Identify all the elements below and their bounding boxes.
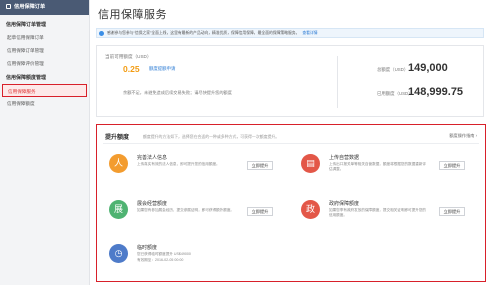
card-temporary-quota: ◷ 临时额度 您已获得临时额度提升 US$49000 有效期至：2016-02-… xyxy=(105,241,285,277)
sidebar-item-draft-order[interactable]: 起草信用保障订单 xyxy=(0,31,89,44)
sidebar-header-label: 信用保障订单 xyxy=(14,4,46,10)
boost-now-button[interactable]: 立即提升 xyxy=(439,207,465,216)
boost-description: 额度提升的方法如下，选择您在合适的一种或多种方式，可获得一次额度提升。 xyxy=(143,133,280,139)
card-exhibition-quota: 展 展会经营额度 如果您有参加展会经历，提交参展证明，即可获得额外额度。 立即提… xyxy=(105,197,285,233)
sidebar-item-guarantee-quota[interactable]: 信用保障额度 xyxy=(0,97,89,110)
card-description: 如果您有参加展会经历，提交参展证明，即可获得额外额度。 xyxy=(137,208,235,212)
menu-icon xyxy=(6,4,11,9)
main-content: 信用保障服务 感谢参与您参与“信保之家”全面上线，这里有最新的产品动向，精准优质… xyxy=(90,0,492,285)
document-icon: ▤ xyxy=(301,154,320,173)
available-quota-label: 当前可用额度（USD） xyxy=(105,54,152,59)
sidebar-item-order-management[interactable]: 信用保障订单管理 xyxy=(0,44,89,57)
government-icon: 政 xyxy=(301,200,320,219)
page-title: 信用保障服务 xyxy=(98,9,167,21)
quota-guide-link[interactable]: 额度操作指南 › xyxy=(449,133,477,139)
notice-text: 感谢参与您参与“信保之家”全面上线，这里有最新的产品动向，精准优质，保障信用保障… xyxy=(107,31,300,35)
sidebar-item-review-management[interactable]: 信用保障评价管理 xyxy=(0,57,89,70)
card-title: 上传自营数据 xyxy=(329,155,360,161)
notice-bar: 感谢参与您参与“信保之家”全面上线，这里有最新的产品动向，精准优质，保障信用保障… xyxy=(96,28,484,38)
card-description: 您已获得临时额度提升 US$49000 xyxy=(137,252,191,256)
total-quota-label: 总额度（USD） xyxy=(377,67,409,72)
sidebar-section-title: 信用保障额度管理 xyxy=(6,75,47,81)
card-title: 完善法人信息 xyxy=(137,155,168,161)
card-expiry: 有效期至：2016-02-05 00:00 xyxy=(137,258,184,262)
card-title: 政府保障额度 xyxy=(329,201,360,207)
card-title: 展会经营额度 xyxy=(137,201,168,207)
card-upload-own-data: ▤ 上传自营数据 上传出口报关单等相关自营数据，额度将根据您的数据重新评估调整。… xyxy=(297,151,477,187)
notice-link[interactable]: 查看详情 xyxy=(302,31,317,35)
used-quota-value: 148,999.75 xyxy=(408,86,464,98)
boost-now-button[interactable]: 立即提升 xyxy=(247,161,273,170)
card-title: 临时额度 xyxy=(137,245,158,251)
total-quota-value: 149,000 xyxy=(408,62,448,74)
boost-now-button[interactable]: 立即提升 xyxy=(247,207,273,216)
boost-quota-panel: 提升额度 额度提升的方法如下，选择您在合适的一种或多种方式，可获得一次额度提升。… xyxy=(96,124,486,282)
sidebar-item-guarantee-service[interactable]: 信用保障服务 xyxy=(2,84,87,97)
quota-warning: 余额不足，未避免造成后续交易失败；请尽快提升您的额度 xyxy=(123,90,232,95)
divider xyxy=(337,56,338,108)
sidebar: 信用保障订单 信用保障订单管理 起草信用保障订单 信用保障订单管理 信用保障评价… xyxy=(0,0,90,285)
card-description: 上传出口报关单等相关自营数据，额度将根据您的数据重新评估调整。 xyxy=(329,162,427,171)
info-icon xyxy=(99,30,104,36)
card-description: 如果您享有政府发放的保障额度，提交相关证明即可提升您的信用额度。 xyxy=(329,208,427,217)
card-legal-person-info: 人 完善法人信息 上传真实有效的法人信息，即可提升您的信用额度。 立即提升 xyxy=(105,151,285,187)
available-quota-value: 0.25 xyxy=(123,64,140,74)
boost-title: 提升额度 xyxy=(105,135,130,141)
clock-icon: ◷ xyxy=(109,244,128,263)
sidebar-section-title: 信用保障订单管理 xyxy=(6,22,47,28)
card-description: 上传真实有效的法人信息，即可提升您的信用额度。 xyxy=(137,162,220,166)
sidebar-header[interactable]: 信用保障订单 xyxy=(0,0,89,15)
card-government-quota: 政 政府保障额度 如果您享有政府发放的保障额度，提交相关证明即可提升您的信用额度… xyxy=(297,197,477,233)
quota-summary: 当前可用额度（USD） 0.25 额度提额申请 余额不足，未避免造成后续交易失败… xyxy=(96,45,484,117)
exhibition-icon: 展 xyxy=(109,200,128,219)
person-icon: 人 xyxy=(109,154,128,173)
divider xyxy=(103,143,479,144)
quota-apply-link[interactable]: 额度提额申请 xyxy=(149,66,175,72)
boost-now-button[interactable]: 立即提升 xyxy=(439,161,465,170)
